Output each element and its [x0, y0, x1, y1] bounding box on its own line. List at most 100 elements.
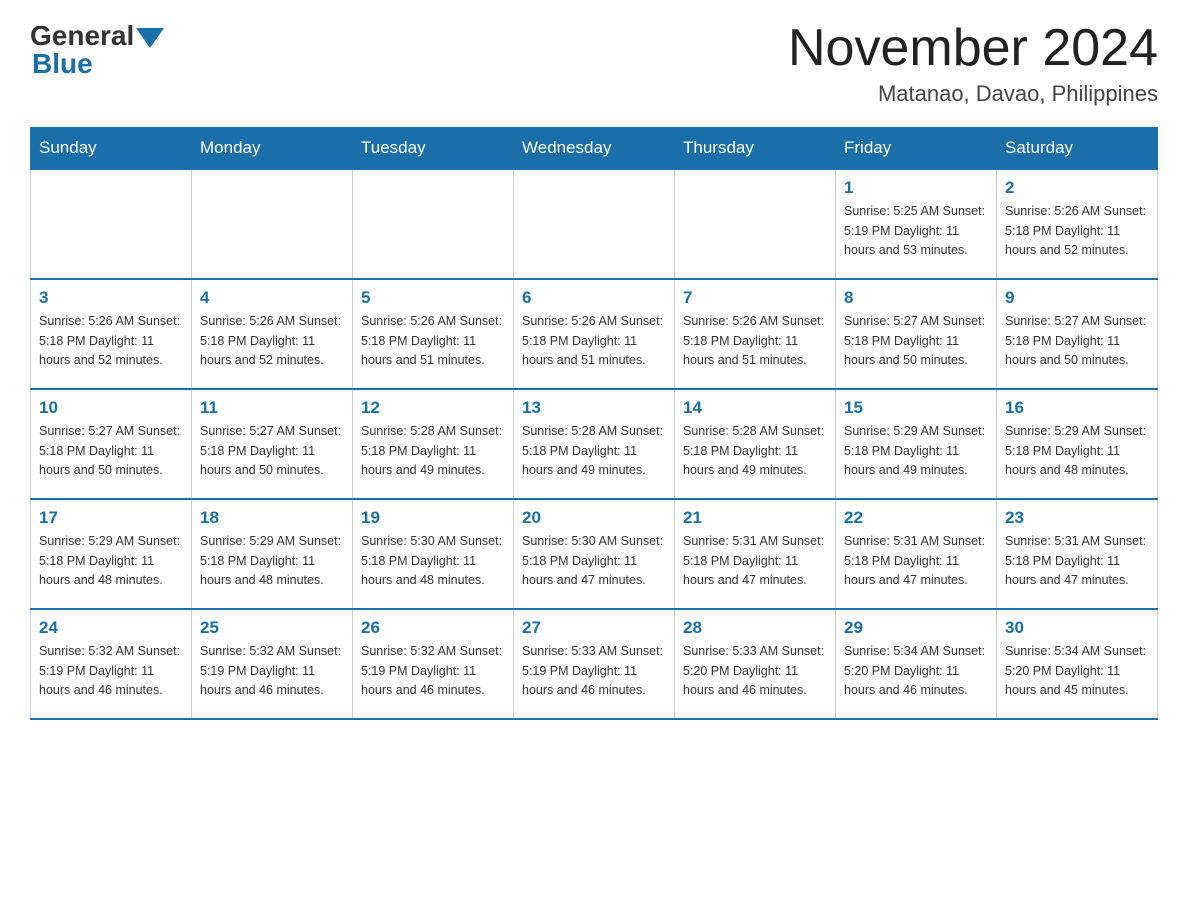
- calendar-cell: 13Sunrise: 5:28 AM Sunset: 5:18 PM Dayli…: [514, 389, 675, 499]
- calendar-cell: 15Sunrise: 5:29 AM Sunset: 5:18 PM Dayli…: [836, 389, 997, 499]
- calendar-cell: 16Sunrise: 5:29 AM Sunset: 5:18 PM Dayli…: [997, 389, 1158, 499]
- calendar-cell: 17 Sunrise: 5:29 AM Sunset: 5:18 PM Dayli…: [31, 499, 192, 609]
- day-number: 14: [683, 398, 827, 418]
- day-info: Sunrise: 5:32 AM Sunset: 5:19 PM Dayligh…: [361, 642, 505, 700]
- day-info: Sunrise: 5:30 AM Sunset: 5:18 PM Dayligh…: [522, 532, 666, 590]
- calendar-week-row: 10 Sunrise: 5:27 AM Sunset: 5:18 PM Dayli…: [31, 389, 1158, 499]
- day-info: Sunrise: 5:32 AM Sunset: 5:19 PM Dayligh…: [39, 642, 183, 700]
- day-info: Sunrise: 5:30 AM Sunset: 5:18 PM Dayligh…: [361, 532, 505, 590]
- day-number: 2: [1005, 178, 1149, 198]
- calendar-cell: 24Sunrise: 5:32 AM Sunset: 5:19 PM Dayli…: [31, 609, 192, 719]
- day-info: Sunrise: 5:32 AM Sunset: 5:19 PM Dayligh…: [200, 642, 344, 700]
- weekday-header-tuesday: Tuesday: [353, 128, 514, 170]
- day-info: Sunrise: 5:34 AM Sunset: 5:20 PM Dayligh…: [844, 642, 988, 700]
- weekday-header-saturday: Saturday: [997, 128, 1158, 170]
- calendar-cell: 7Sunrise: 5:26 AM Sunset: 5:18 PM Daylig…: [675, 279, 836, 389]
- calendar-cell: 25 Sunrise: 5:32 AM Sunset: 5:19 PM Dayli…: [192, 609, 353, 719]
- day-info: Sunrise: 5:26 AM Sunset: 5:18 PM Dayligh…: [200, 312, 344, 370]
- calendar-week-row: 24Sunrise: 5:32 AM Sunset: 5:19 PM Dayli…: [31, 609, 1158, 719]
- day-info: Sunrise: 5:26 AM Sunset: 5:18 PM Dayligh…: [522, 312, 666, 370]
- weekday-header-wednesday: Wednesday: [514, 128, 675, 170]
- day-number: 1: [844, 178, 988, 198]
- day-number: 10: [39, 398, 183, 418]
- calendar-cell: 5 Sunrise: 5:26 AM Sunset: 5:18 PM Daylig…: [353, 279, 514, 389]
- day-number: 26: [361, 618, 505, 638]
- day-number: 28: [683, 618, 827, 638]
- calendar-cell: [675, 169, 836, 279]
- day-number: 17: [39, 508, 183, 528]
- day-info: Sunrise: 5:27 AM Sunset: 5:18 PM Dayligh…: [200, 422, 344, 480]
- day-number: 9: [1005, 288, 1149, 308]
- location-title: Matanao, Davao, Philippines: [788, 81, 1158, 107]
- weekday-header-friday: Friday: [836, 128, 997, 170]
- day-info: Sunrise: 5:28 AM Sunset: 5:18 PM Dayligh…: [522, 422, 666, 480]
- calendar-cell: 10Sunrise: 5:27 AM Sunset: 5:18 PM Dayli…: [31, 389, 192, 499]
- day-number: 3: [39, 288, 183, 308]
- day-info: Sunrise: 5:31 AM Sunset: 5:18 PM Dayligh…: [683, 532, 827, 590]
- calendar-cell: 14 Sunrise: 5:28 AM Sunset: 5:18 PM Dayli…: [675, 389, 836, 499]
- calendar-cell: [514, 169, 675, 279]
- calendar-cell: 8 Sunrise: 5:27 AM Sunset: 5:18 PM Daylig…: [836, 279, 997, 389]
- day-number: 19: [361, 508, 505, 528]
- day-number: 11: [200, 398, 344, 418]
- calendar-cell: 29 Sunrise: 5:34 AM Sunset: 5:20 PM Dayli…: [836, 609, 997, 719]
- calendar-table: SundayMondayTuesdayWednesdayThursdayFrid…: [30, 127, 1158, 720]
- day-number: 22: [844, 508, 988, 528]
- calendar-week-row: 1 Sunrise: 5:25 AM Sunset: 5:19 PM Daylig…: [31, 169, 1158, 279]
- day-info: Sunrise: 5:25 AM Sunset: 5:19 PM Dayligh…: [844, 202, 988, 260]
- calendar-cell: 9 Sunrise: 5:27 AM Sunset: 5:18 PM Daylig…: [997, 279, 1158, 389]
- calendar-cell: [353, 169, 514, 279]
- month-title: November 2024: [788, 20, 1158, 77]
- calendar-cell: 26 Sunrise: 5:32 AM Sunset: 5:19 PM Dayli…: [353, 609, 514, 719]
- day-info: Sunrise: 5:29 AM Sunset: 5:18 PM Dayligh…: [39, 532, 183, 590]
- day-number: 5: [361, 288, 505, 308]
- calendar-cell: [192, 169, 353, 279]
- calendar-week-row: 3 Sunrise: 5:26 AM Sunset: 5:18 PM Daylig…: [31, 279, 1158, 389]
- day-info: Sunrise: 5:34 AM Sunset: 5:20 PM Dayligh…: [1005, 642, 1149, 700]
- weekday-header-monday: Monday: [192, 128, 353, 170]
- calendar-cell: 28Sunrise: 5:33 AM Sunset: 5:20 PM Dayli…: [675, 609, 836, 719]
- day-number: 27: [522, 618, 666, 638]
- day-number: 30: [1005, 618, 1149, 638]
- calendar-cell: 18Sunrise: 5:29 AM Sunset: 5:18 PM Dayli…: [192, 499, 353, 609]
- calendar-cell: 27 Sunrise: 5:33 AM Sunset: 5:19 PM Dayli…: [514, 609, 675, 719]
- day-number: 25: [200, 618, 344, 638]
- day-info: Sunrise: 5:26 AM Sunset: 5:18 PM Dayligh…: [361, 312, 505, 370]
- day-info: Sunrise: 5:33 AM Sunset: 5:19 PM Dayligh…: [522, 642, 666, 700]
- day-number: 8: [844, 288, 988, 308]
- calendar-cell: 3Sunrise: 5:26 AM Sunset: 5:18 PM Daylig…: [31, 279, 192, 389]
- day-number: 6: [522, 288, 666, 308]
- day-number: 15: [844, 398, 988, 418]
- calendar-cell: 11 Sunrise: 5:27 AM Sunset: 5:18 PM Dayli…: [192, 389, 353, 499]
- day-info: Sunrise: 5:31 AM Sunset: 5:18 PM Dayligh…: [844, 532, 988, 590]
- day-number: 20: [522, 508, 666, 528]
- calendar-cell: 2 Sunrise: 5:26 AM Sunset: 5:18 PM Daylig…: [997, 169, 1158, 279]
- weekday-header-thursday: Thursday: [675, 128, 836, 170]
- calendar-cell: 1 Sunrise: 5:25 AM Sunset: 5:19 PM Daylig…: [836, 169, 997, 279]
- calendar-week-row: 17 Sunrise: 5:29 AM Sunset: 5:18 PM Dayli…: [31, 499, 1158, 609]
- day-info: Sunrise: 5:28 AM Sunset: 5:18 PM Dayligh…: [361, 422, 505, 480]
- day-number: 29: [844, 618, 988, 638]
- day-info: Sunrise: 5:27 AM Sunset: 5:18 PM Dayligh…: [1005, 312, 1149, 370]
- calendar-cell: 4 Sunrise: 5:26 AM Sunset: 5:18 PM Daylig…: [192, 279, 353, 389]
- weekday-header-sunday: Sunday: [31, 128, 192, 170]
- title-section: November 2024 Matanao, Davao, Philippine…: [788, 20, 1158, 107]
- calendar-cell: 23Sunrise: 5:31 AM Sunset: 5:18 PM Dayli…: [997, 499, 1158, 609]
- day-info: Sunrise: 5:26 AM Sunset: 5:18 PM Dayligh…: [683, 312, 827, 370]
- day-number: 21: [683, 508, 827, 528]
- page-header: General Blue November 2024 Matanao, Dava…: [30, 20, 1158, 107]
- calendar-cell: 19 Sunrise: 5:30 AM Sunset: 5:18 PM Dayli…: [353, 499, 514, 609]
- calendar-cell: [31, 169, 192, 279]
- day-number: 18: [200, 508, 344, 528]
- day-info: Sunrise: 5:26 AM Sunset: 5:18 PM Dayligh…: [1005, 202, 1149, 260]
- day-info: Sunrise: 5:28 AM Sunset: 5:18 PM Dayligh…: [683, 422, 827, 480]
- calendar-cell: 30 Sunrise: 5:34 AM Sunset: 5:20 PM Dayli…: [997, 609, 1158, 719]
- calendar-cell: 12Sunrise: 5:28 AM Sunset: 5:18 PM Dayli…: [353, 389, 514, 499]
- logo: General Blue: [30, 20, 164, 80]
- logo-triangle-icon: [136, 28, 164, 48]
- calendar-cell: 20 Sunrise: 5:30 AM Sunset: 5:18 PM Dayli…: [514, 499, 675, 609]
- day-info: Sunrise: 5:27 AM Sunset: 5:18 PM Dayligh…: [844, 312, 988, 370]
- day-info: Sunrise: 5:31 AM Sunset: 5:18 PM Dayligh…: [1005, 532, 1149, 590]
- weekday-header-row: SundayMondayTuesdayWednesdayThursdayFrid…: [31, 128, 1158, 170]
- day-number: 4: [200, 288, 344, 308]
